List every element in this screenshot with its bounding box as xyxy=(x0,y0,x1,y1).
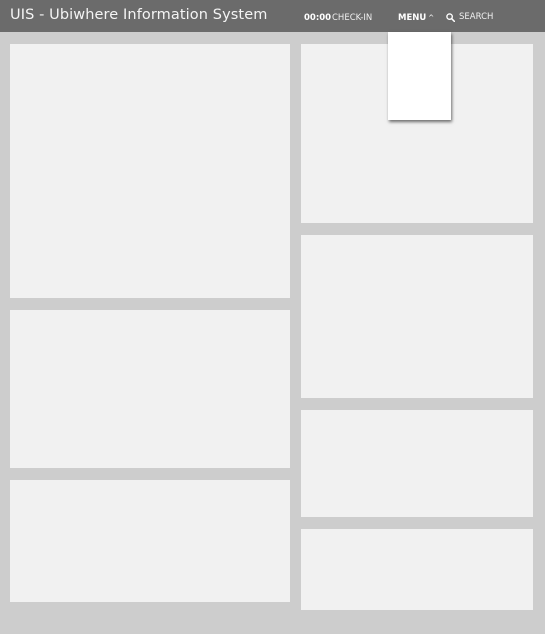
top-bar: UIS - Ubiwhere Information System 00:00 … xyxy=(0,0,545,32)
menu-dropdown[interactable] xyxy=(388,32,451,120)
chevron-up-icon: ^ xyxy=(428,14,435,22)
app-title: UIS - Ubiwhere Information System xyxy=(10,7,268,23)
menu-label: MENU xyxy=(398,13,427,23)
search-label: SEARCH xyxy=(459,12,494,22)
dashboard-panel xyxy=(10,310,290,468)
menu-button[interactable]: MENU ^ xyxy=(398,13,434,23)
dashboard-panel xyxy=(301,410,533,517)
dashboard-panel xyxy=(10,44,290,298)
clock-display: 00:00 xyxy=(304,13,332,23)
dashboard-panel xyxy=(301,235,533,398)
check-in-button[interactable]: CHECK-IN xyxy=(332,13,372,23)
search-button[interactable]: SEARCH xyxy=(446,12,493,22)
search-icon xyxy=(446,12,455,22)
dashboard-panel xyxy=(10,480,290,602)
dashboard-panel xyxy=(301,529,533,610)
